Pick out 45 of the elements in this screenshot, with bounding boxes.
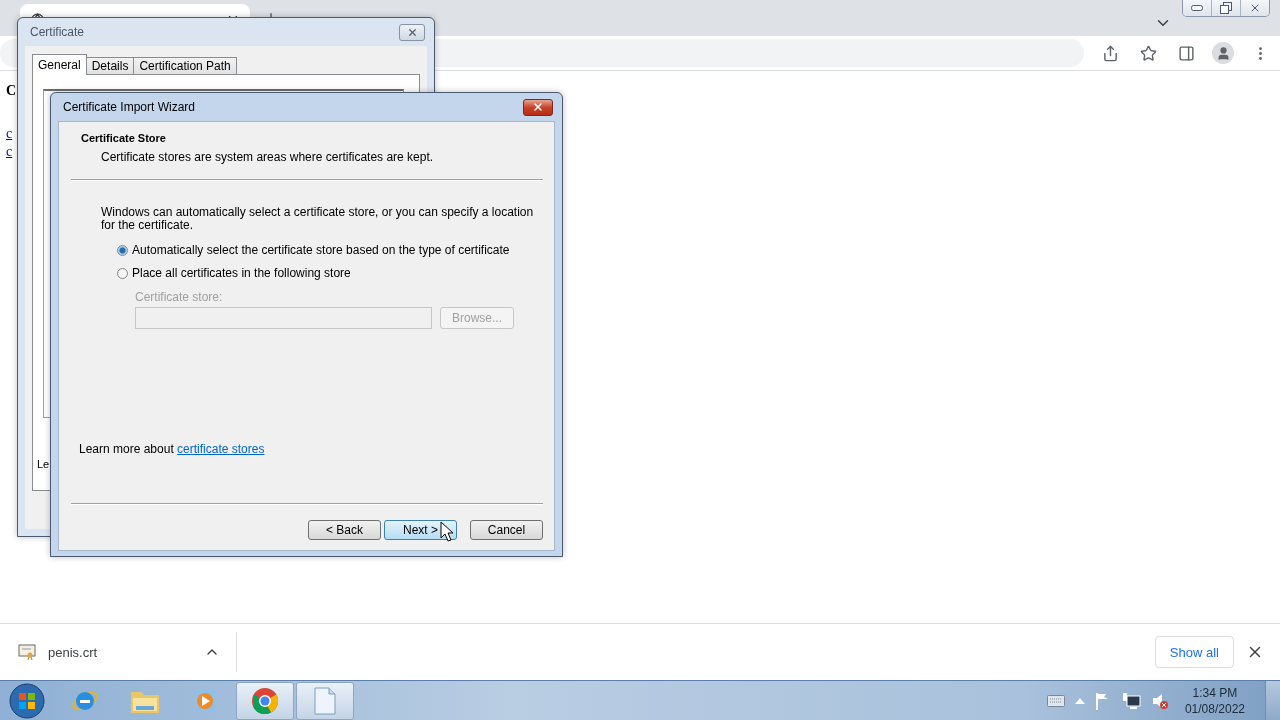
speaker-muted-icon[interactable] [1150, 691, 1169, 710]
clock-time[interactable]: 1:34 PM [1192, 684, 1238, 701]
close-icon [532, 101, 544, 113]
wizard-button[interactable]: < Back [308, 520, 381, 540]
profile-avatar[interactable] [1212, 42, 1234, 64]
minimize-button[interactable] [1183, 0, 1211, 16]
restore-icon [1220, 2, 1232, 14]
minimize-icon [1191, 5, 1203, 11]
document-icon [314, 686, 336, 715]
radio-button[interactable] [117, 244, 128, 256]
page-link[interactable]: c [6, 125, 13, 143]
section-subtitle: Certificate stores are system areas where certificates are kept. [101, 150, 435, 164]
close-icon [406, 26, 418, 38]
section-title: Certificate Store [81, 132, 167, 144]
download-file-name[interactable]: penis.crt [48, 644, 192, 660]
certificate-stores-link[interactable]: certificate stores [177, 442, 265, 456]
store-label: Certificate store: [135, 290, 224, 304]
network-icon[interactable] [1120, 691, 1141, 710]
page-heading: C [6, 83, 17, 99]
dialog-tab[interactable]: Certification Path [133, 57, 237, 75]
radio-button[interactable] [117, 267, 128, 279]
start-orb-icon[interactable] [9, 682, 45, 719]
learn-more-text: Learn more about certificate stores [79, 442, 266, 456]
window-title: Certificate Import Wizard [63, 100, 197, 114]
certificate-icon [18, 644, 36, 660]
keyboard-icon[interactable] [1046, 694, 1065, 707]
page-link[interactable]: c [6, 143, 13, 161]
window-title: Certificate [30, 25, 86, 39]
show-all-button[interactable]: Show all [1154, 636, 1234, 668]
mouse-cursor-icon [440, 521, 454, 542]
radio-label[interactable]: Place all certificates in the following store [132, 266, 351, 280]
dialog-tab[interactable]: Details [85, 57, 135, 75]
radio-label[interactable]: Automatically select the certificate store based on the type of certificate [132, 243, 510, 257]
dialog-tab[interactable]: General [32, 54, 87, 75]
close-button[interactable] [523, 98, 553, 116]
restore-button[interactable] [1211, 0, 1240, 16]
media-player-icon [192, 687, 218, 714]
close-button[interactable] [1240, 0, 1269, 16]
browser-icon [251, 686, 279, 715]
clock-date[interactable]: 01/08/2022 [1184, 700, 1245, 717]
panel-text: Le [37, 458, 51, 470]
wizard-button[interactable]: Cancel [470, 520, 543, 540]
intro-text: Windows can automatically select a certificate store, or you can specify a location for the certificate. [101, 206, 535, 232]
taskbar-button[interactable] [236, 681, 294, 720]
close-icon [1249, 2, 1261, 14]
